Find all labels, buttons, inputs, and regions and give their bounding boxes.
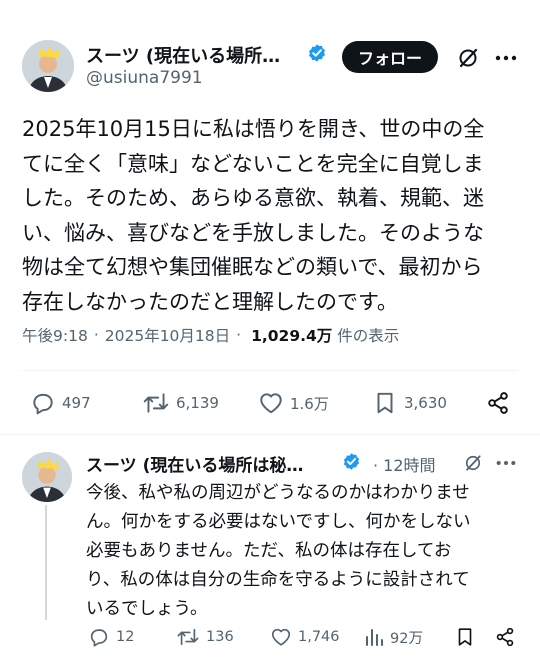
grok-icon[interactable] (455, 45, 481, 71)
reply-text: 今後、私や私の周辺がどうなるのかはわかりませ ん。何かをする必要はないですし、何… (86, 483, 471, 619)
author-name[interactable]: スーツ (現在いる場所… (86, 42, 306, 68)
share-button[interactable] (485, 390, 517, 416)
reply-count: 497 (62, 394, 91, 412)
share-icon (496, 627, 514, 647)
bookmark-button[interactable]: 3,630 (372, 390, 447, 416)
views-icon (366, 629, 383, 646)
reply-like-button[interactable]: 1,746 (270, 626, 340, 648)
reply-share-button[interactable] (494, 626, 522, 648)
verified-badge-icon (343, 453, 360, 470)
heart-icon (271, 628, 291, 646)
tweet-time[interactable]: 午後9:18 (22, 324, 88, 346)
reply-retweet-count: 136 (206, 629, 234, 645)
grok-icon[interactable] (462, 452, 484, 474)
reply-author-avatar[interactable] (22, 452, 72, 502)
views-count: 1,029.4万 (251, 327, 333, 345)
retweet-icon (143, 393, 169, 413)
reply-time[interactable]: · 12時間 (373, 452, 436, 476)
share-icon (488, 392, 508, 414)
author-avatar[interactable] (22, 40, 74, 92)
reply-reply-button[interactable]: 12 (88, 626, 134, 648)
reply-views-count: 92万 (390, 630, 423, 647)
like-count: 1.6万 (290, 394, 329, 413)
retweet-button[interactable]: 6,139 (142, 390, 219, 416)
reply-retweet-button[interactable]: 136 (176, 626, 234, 648)
meta-separator: · (236, 326, 242, 344)
reply-button[interactable]: 497 (30, 390, 91, 416)
bookmark-count: 3,630 (404, 394, 447, 412)
retweet-icon (177, 628, 199, 646)
verified-badge-icon (309, 44, 325, 62)
reply-like-count: 1,746 (298, 629, 340, 645)
meta-separator: · (93, 326, 99, 344)
tweet-meta: 午後9:18 · 2025年10月18日 · 1,029.4万 件の表示 (22, 324, 399, 346)
reply-icon (33, 393, 53, 415)
follow-button[interactable]: フォロー (342, 41, 438, 73)
divider (0, 434, 540, 435)
retweet-count: 6,139 (176, 394, 219, 412)
reply-views-button[interactable]: 92万 (364, 626, 423, 648)
more-options-icon[interactable] (490, 45, 522, 71)
reply-bookmark-button[interactable] (454, 626, 482, 648)
like-button[interactable]: 1.6万 (258, 390, 329, 416)
heart-icon (260, 393, 282, 414)
reply-author-name[interactable]: スーツ (現在いる場所は秘… (86, 451, 303, 476)
views-label: 件の表示 (337, 327, 400, 345)
reply-reply-count: 12 (116, 629, 135, 645)
tweet-date[interactable]: 2025年10月18日 (105, 324, 230, 346)
bookmark-icon (377, 392, 393, 414)
divider (22, 370, 518, 371)
reply-icon (90, 629, 108, 647)
more-options-icon[interactable] (492, 452, 520, 474)
bookmark-icon (458, 628, 472, 646)
tweet-text: 2025年10月15日に私は悟りを開き、世の中の全 てに全く「意味」などないこと… (22, 117, 485, 314)
thread-connector-line (45, 505, 47, 620)
author-handle[interactable]: @usiuna7991 (86, 68, 203, 88)
